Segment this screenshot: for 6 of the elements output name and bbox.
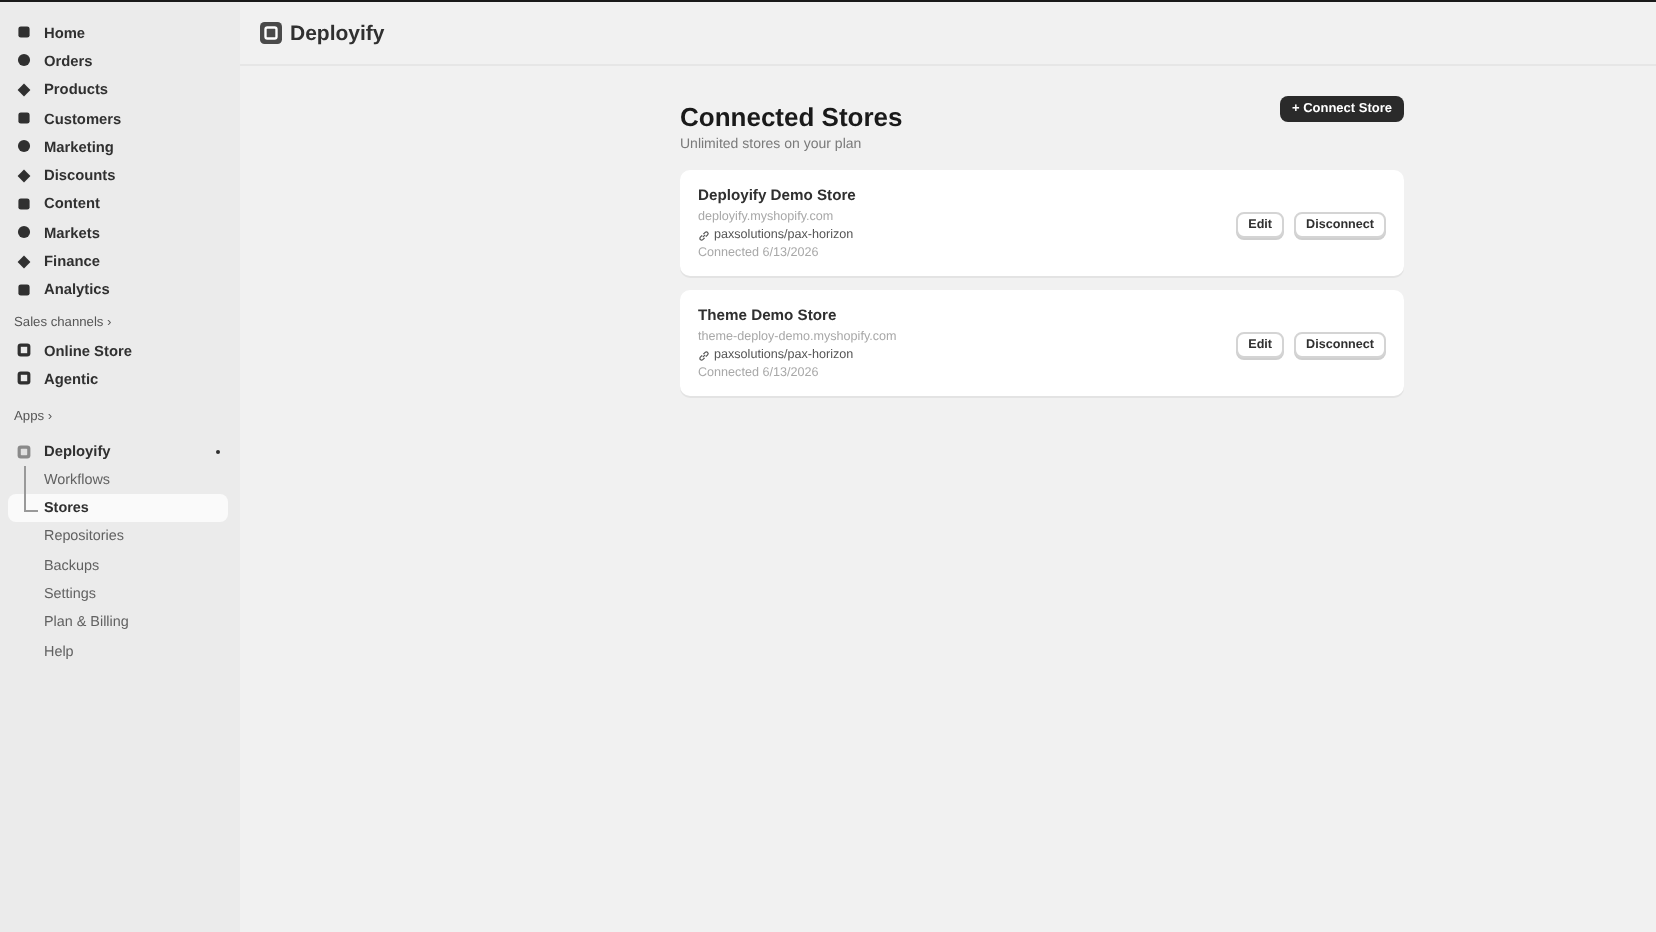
app-logo-icon [260, 22, 282, 44]
link-icon [698, 229, 710, 241]
link-icon [698, 349, 710, 361]
app-icon [16, 443, 32, 460]
app-title: Deployify [290, 21, 385, 45]
page-title: Connected Stores [680, 102, 903, 132]
